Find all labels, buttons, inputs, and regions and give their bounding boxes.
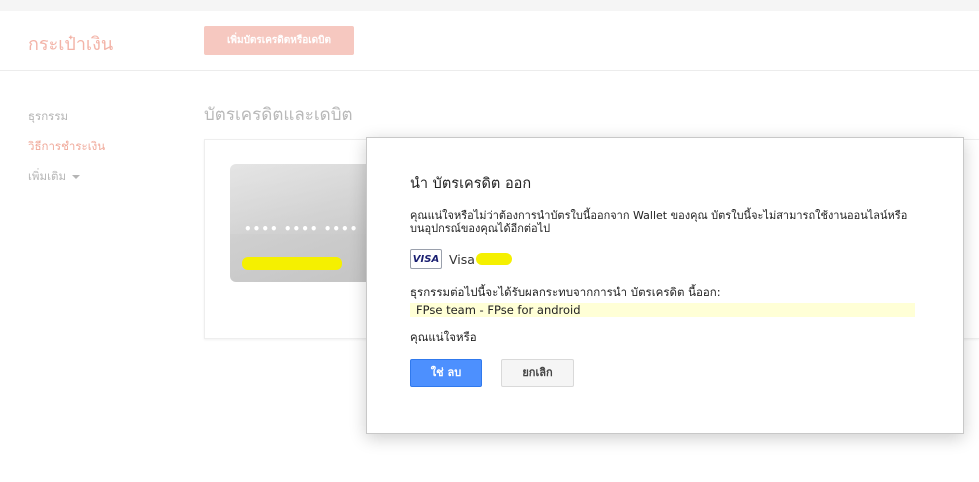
section-title: บัตรเครดิตและเดบิต bbox=[204, 105, 353, 125]
card-summary-row: VISA Visa bbox=[410, 248, 512, 270]
add-card-button[interactable]: เพิ่มบัตรเครดิตหรือเดบิต bbox=[204, 26, 354, 55]
sidebar-nav: ธุรกรรม วิธีการชำระเงิน เพิ่มเติม bbox=[28, 108, 105, 198]
top-strip bbox=[0, 0, 979, 11]
sidebar-item-more[interactable]: เพิ่มเติม bbox=[28, 168, 105, 198]
affected-transaction-item: FPse team - FPse for android bbox=[410, 303, 915, 317]
affected-transactions-label: ธุรกรรมต่อไปนี้จะได้รับผลกระทบจากการนำ บ… bbox=[410, 285, 721, 299]
app-header: กระเป๋าเงิน เพิ่มบัตรเครดิตหรือเดบิต bbox=[0, 11, 979, 71]
sidebar-item-payment-methods[interactable]: วิธีการชำระเงิน bbox=[28, 138, 105, 168]
card-name-redaction bbox=[242, 257, 342, 270]
card-label: Visa bbox=[449, 251, 475, 267]
visa-logo-icon: VISA bbox=[410, 249, 442, 269]
brand-title[interactable]: กระเป๋าเงิน bbox=[28, 29, 113, 58]
chevron-down-icon bbox=[72, 174, 81, 179]
credit-card-tile[interactable]: •••• •••• •••• bbox=[230, 164, 380, 282]
remove-card-dialog: นำ บัตรเครดิต ออก คุณแน่ใจหรือไม่ว่าต้อง… bbox=[366, 137, 964, 434]
card-digits-redaction bbox=[475, 253, 512, 265]
dialog-message: คุณแน่ใจหรือไม่ว่าต้องการนำบัตรใบนี้ออกจ… bbox=[410, 209, 908, 235]
confirm-question: คุณแน่ใจหรือ bbox=[410, 330, 477, 344]
dialog-title: นำ บัตรเครดิต ออก bbox=[410, 176, 532, 192]
sidebar-item-transactions[interactable]: ธุรกรรม bbox=[28, 108, 105, 138]
sidebar-item-more-label: เพิ่มเติม bbox=[28, 169, 67, 183]
cancel-button[interactable]: ยกเลิก bbox=[501, 359, 574, 387]
card-number-mask: •••• •••• •••• bbox=[244, 222, 359, 236]
confirm-delete-button[interactable]: ใช่ ลบ bbox=[410, 359, 482, 387]
